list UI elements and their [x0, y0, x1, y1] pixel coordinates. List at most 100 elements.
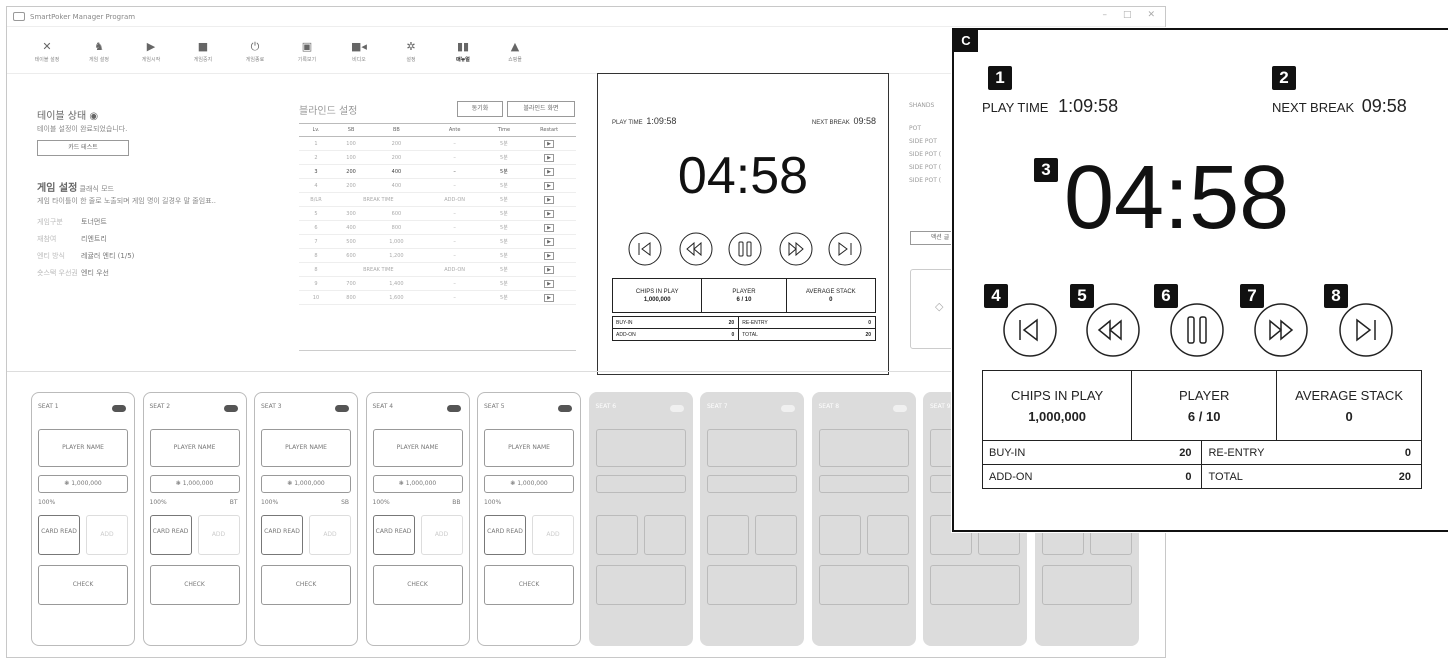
restart-button[interactable]: ▶ — [544, 293, 555, 302]
add-button[interactable]: ADD — [309, 515, 351, 555]
restart-button[interactable]: ▶ — [544, 279, 555, 288]
player-name-field[interactable]: PLAYER NAME — [149, 429, 240, 467]
seat-label: SEAT 2 — [149, 403, 171, 410]
pot-line: SIDE POT ( — [909, 164, 942, 171]
seat-toggle[interactable] — [335, 405, 349, 412]
chip-count-field[interactable]: ❃ 1,000,000 — [372, 475, 463, 493]
mini-rewind-button[interactable] — [679, 232, 713, 266]
blind-time: 5분 — [485, 192, 523, 207]
toolbar-shop-button[interactable]: ▲ 쇼핑몰 — [489, 40, 541, 63]
sync-button[interactable]: 동기화 — [457, 101, 503, 117]
check-button[interactable]: CHECK — [149, 565, 240, 605]
restart-button[interactable]: ▶ — [544, 153, 555, 162]
player-name-field[interactable]: PLAYER NAME — [261, 429, 351, 467]
maximize-button[interactable]: □ — [1123, 10, 1132, 20]
card-test-button[interactable]: 카드 테스트 — [37, 140, 129, 156]
seat-percent: 100% — [372, 499, 390, 506]
mini-fast-forward-button[interactable] — [779, 232, 813, 266]
blind-cell: 1,200 — [369, 248, 424, 263]
seat-toggle[interactable] — [223, 405, 238, 412]
restart-button[interactable]: ▶ — [544, 265, 555, 274]
player-label: PLAYER — [1179, 387, 1230, 403]
pause-button[interactable] — [1170, 303, 1224, 357]
toolbar-record-button[interactable]: ▣ 기록보기 — [281, 40, 333, 63]
blind-cell: 5 — [299, 206, 333, 221]
restart-button[interactable]: ▶ — [544, 223, 555, 232]
card-read-button — [595, 515, 638, 555]
add-button[interactable]: ADD — [532, 515, 574, 555]
restart-button[interactable]: ▶ — [544, 181, 555, 190]
blind-cell: 500 — [332, 234, 370, 249]
blind-row: 2 100 200–5분 ▶ — [299, 150, 576, 165]
chip-count-field[interactable]: ❃ 1,000,000 — [484, 475, 574, 493]
toolbar-manual-button[interactable]: ▮▮ 매뉴얼 — [437, 40, 489, 63]
card-read-button[interactable]: CARD READ — [38, 515, 80, 555]
card-read-button[interactable]: CARD READ — [372, 515, 415, 555]
restart-button[interactable]: ▶ — [544, 167, 555, 176]
toolbar-label: 게임시작 — [141, 57, 161, 63]
chips-in-play-label: CHIPS IN PLAY — [1011, 387, 1104, 403]
blind-screen-button[interactable]: 블라인드 화면 — [507, 101, 575, 117]
restart-button[interactable]: ▶ — [544, 237, 555, 246]
restart-button[interactable]: ▶ — [544, 209, 555, 218]
restart-button[interactable]: ▶ — [544, 195, 555, 204]
mini-total-value: 20 — [840, 328, 877, 341]
play-time-value-large: 1:09:58 — [1058, 96, 1119, 116]
manual-icon: ▮▮ — [456, 40, 470, 53]
seat-toggle[interactable] — [558, 405, 572, 412]
badge-6: 6 — [1154, 284, 1178, 308]
blind-cell: 3 — [299, 164, 333, 179]
game-settings-title: 게임 설정 — [37, 183, 78, 194]
mini-skip-next-button[interactable] — [828, 232, 862, 266]
player-name-field[interactable]: PLAYER NAME — [484, 429, 574, 467]
chip-count-field[interactable]: ❃ 1,000,000 — [149, 475, 240, 493]
card-read-button[interactable]: CARD READ — [261, 515, 303, 555]
restart-button[interactable]: ▶ — [544, 251, 555, 260]
seat-toggle[interactable] — [446, 405, 461, 412]
mini-pause-button[interactable] — [728, 232, 762, 266]
app-logo-icon — [13, 12, 25, 21]
seat-toggle[interactable] — [781, 405, 795, 412]
blind-table-scroll[interactable]: Lv. SB BB Ante Time Restart 1 100 200–5분 ▶ 2 100 200… — [299, 123, 576, 351]
badge-3: 3 — [1034, 158, 1058, 182]
seat-card: SEAT 1 PLAYER NAME ❃ 1,000,000 100% CARD REA… — [31, 392, 135, 646]
toolbar-video-button[interactable]: ■◂ 비디오 — [333, 40, 385, 63]
seat-toggle[interactable] — [892, 405, 907, 412]
rewind-button[interactable] — [1086, 303, 1140, 357]
toolbar-game-start-button[interactable]: ▶ 게임시작 — [125, 40, 177, 63]
check-button[interactable]: CHECK — [261, 565, 351, 605]
add-button[interactable]: ADD — [420, 515, 463, 555]
toolbar-settings-button[interactable]: ✲ 설정 — [385, 40, 437, 63]
close-button[interactable]: ✕ — [1147, 10, 1155, 20]
check-button[interactable]: CHECK — [372, 565, 463, 605]
blind-cell: 400 — [332, 220, 370, 235]
setting-value: 토너먼트 — [81, 218, 107, 226]
fast-forward-button[interactable] — [1254, 303, 1308, 357]
toolbar-game-end-button[interactable]: ⏻ 게임종료 — [229, 40, 281, 63]
mini-skip-back-button[interactable] — [628, 232, 662, 266]
seat-toggle[interactable] — [112, 405, 126, 412]
player-name-field[interactable]: PLAYER NAME — [372, 429, 463, 467]
chip-count: 1,000,000 — [517, 480, 548, 487]
timer-preview: PLAY TIME 1:09:58 NEXT BREAK 09:58 04:58… — [597, 73, 889, 375]
skip-back-button[interactable] — [1003, 303, 1057, 357]
radio-indicator-icon[interactable]: ◉ — [89, 111, 98, 122]
toolbar-game-stop-button[interactable]: ■ 게임중지 — [177, 40, 229, 63]
seat-toggle[interactable] — [669, 405, 684, 412]
card-read-button[interactable]: CARD READ — [484, 515, 526, 555]
chip-count-field — [707, 475, 797, 493]
seat-position: SB — [341, 499, 349, 506]
add-button[interactable]: ADD — [197, 515, 240, 555]
add-button[interactable]: ADD — [86, 515, 128, 555]
restart-button[interactable]: ▶ — [544, 139, 555, 148]
check-button[interactable]: CHECK — [38, 565, 128, 605]
minimize-button[interactable]: – — [1102, 10, 1107, 20]
skip-next-button[interactable] — [1339, 303, 1393, 357]
chip-count-field[interactable]: ❃ 1,000,000 — [261, 475, 351, 493]
chip-count-field[interactable]: ❃ 1,000,000 — [38, 475, 128, 493]
toolbar-table-settings-button[interactable]: ✕ 테이블 설정 — [21, 40, 73, 63]
check-button[interactable]: CHECK — [484, 565, 574, 605]
card-read-button[interactable]: CARD READ — [149, 515, 192, 555]
toolbar-game-settings-button[interactable]: ♞ 게임 설정 — [73, 40, 125, 63]
player-name-field[interactable]: PLAYER NAME — [38, 429, 128, 467]
